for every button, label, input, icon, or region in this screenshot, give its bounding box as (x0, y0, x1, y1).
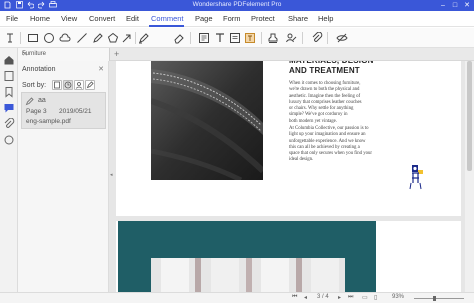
toolbar-divider (20, 32, 21, 44)
search-icon[interactable] (3, 134, 15, 146)
menu-file[interactable]: File (6, 14, 18, 23)
thumbnails-icon[interactable] (3, 70, 15, 82)
last-page-icon[interactable]: ⏭ (348, 294, 353, 301)
annotation-date: 2019/05/21 (59, 108, 92, 115)
first-page-icon[interactable]: ⏮ (292, 294, 297, 301)
menu-home[interactable]: Home (30, 14, 50, 23)
annotation-panel: Annotation ✕ Sort by: aa Page 3 2019/05/… (18, 61, 109, 292)
arrow-icon[interactable] (121, 32, 133, 44)
sort-by-time-icon[interactable] (63, 80, 73, 90)
line-icon[interactable] (76, 32, 88, 44)
menu-page[interactable]: Page (195, 14, 213, 23)
fit-page-icon[interactable]: ▭ (362, 294, 368, 301)
page-indicator[interactable]: 3 / 4 (317, 294, 329, 300)
heading-line: AND TREATMENT (289, 66, 360, 75)
toolbar-divider (135, 32, 136, 44)
annotation-text: aa (38, 97, 46, 104)
toolbar-divider (190, 32, 191, 44)
sort-by-type-icon[interactable] (85, 80, 95, 90)
attachment-icon[interactable] (311, 31, 323, 44)
scrollbar-thumb[interactable] (467, 61, 472, 171)
zoom-slider[interactable] (414, 298, 464, 299)
fit-width-icon[interactable]: ▯ (374, 294, 377, 301)
home-icon[interactable] (3, 54, 15, 66)
panel-title: Annotation (22, 66, 56, 73)
zoom-slider-knob[interactable] (433, 296, 436, 301)
cloud-icon[interactable] (59, 32, 71, 44)
leather-photo (151, 61, 263, 180)
textbox-icon[interactable] (198, 32, 210, 44)
minimize-button[interactable]: – (437, 0, 449, 11)
text-line: ideal design. (289, 157, 314, 163)
rectangle-icon[interactable] (27, 32, 39, 44)
next-page-icon[interactable]: ▸ (338, 294, 341, 301)
typewriter-icon[interactable] (214, 32, 226, 44)
toolbar-divider (302, 32, 303, 44)
tab-close-button[interactable]: ✕ (22, 50, 105, 58)
tab-furniture[interactable]: Furniture ✕ (18, 48, 110, 61)
active-menu-indicator (149, 25, 184, 27)
menu-comment[interactable]: Comment (151, 14, 184, 23)
left-icon-rail (0, 48, 18, 292)
annotation-page: Page 3 (26, 108, 47, 115)
circle-icon[interactable] (43, 32, 55, 44)
sort-by-page-icon[interactable] (52, 80, 62, 90)
collapse-panel-arrow[interactable]: ◂ (110, 172, 113, 178)
status-bar: ⏮ ◂ 3 / 4 ▸ ⏭ ▭ ▯ 93% (0, 292, 474, 303)
panel-close-button[interactable]: ✕ (98, 65, 104, 73)
polygon-icon[interactable] (107, 32, 119, 44)
menu-convert[interactable]: Convert (89, 14, 115, 23)
text-callout-icon[interactable] (244, 32, 256, 44)
bookmark-icon[interactable] (3, 86, 15, 98)
menu-form[interactable]: Form (223, 14, 241, 23)
close-button[interactable]: ✕ (461, 0, 473, 11)
text-cursor-icon[interactable] (5, 32, 17, 44)
toolbar-divider (327, 32, 328, 44)
stamp-icon[interactable] (267, 32, 279, 44)
pencil-icon[interactable] (138, 32, 150, 44)
hide-annotations-icon[interactable] (336, 32, 348, 44)
maximize-button[interactable]: □ (449, 0, 461, 11)
comment-toolbar (0, 28, 474, 48)
menu-protect[interactable]: Protect (251, 14, 275, 23)
signature-icon[interactable] (285, 32, 297, 44)
interior-photo (151, 258, 345, 292)
menu-edit[interactable]: Edit (126, 14, 139, 23)
menu-bar: File Home View Convert Edit Comment Page… (0, 11, 474, 27)
document-tab-row: Furniture ✕ + (18, 48, 474, 61)
sort-label: Sort by: (22, 82, 47, 89)
annotation-list-item[interactable]: aa Page 3 2019/05/21 eng-sample.pdf (21, 92, 106, 129)
menu-view[interactable]: View (61, 14, 77, 23)
prev-page-icon[interactable]: ◂ (304, 294, 307, 301)
zoom-level[interactable]: 93% (392, 294, 404, 300)
toolbar-divider (261, 32, 262, 44)
body-paragraph: At Columbia Collective, our passion is t… (289, 126, 381, 164)
body-paragraph: When it comes to choosing furniture, we'… (289, 81, 381, 125)
annotation-panel-icon[interactable] (3, 102, 15, 114)
pencil-icon[interactable] (92, 32, 104, 44)
eraser-icon[interactable] (173, 32, 185, 44)
annotation-file: eng-sample.pdf (26, 118, 71, 125)
text-line: both modern yet vintage. (289, 118, 337, 124)
title-bar: Wondershare PDFelement Pro – □ ✕ (0, 0, 474, 11)
attachment-panel-icon[interactable] (3, 117, 15, 130)
pencil-icon (25, 96, 35, 106)
new-tab-button[interactable]: + (114, 49, 119, 59)
menu-share[interactable]: Share (288, 14, 308, 23)
menu-help[interactable]: Help (318, 14, 333, 23)
window-title: Wondershare PDFelement Pro (192, 1, 282, 8)
sort-by-author-icon[interactable] (74, 80, 84, 90)
note-icon[interactable] (229, 32, 241, 44)
chair-figure-icon (408, 164, 424, 190)
